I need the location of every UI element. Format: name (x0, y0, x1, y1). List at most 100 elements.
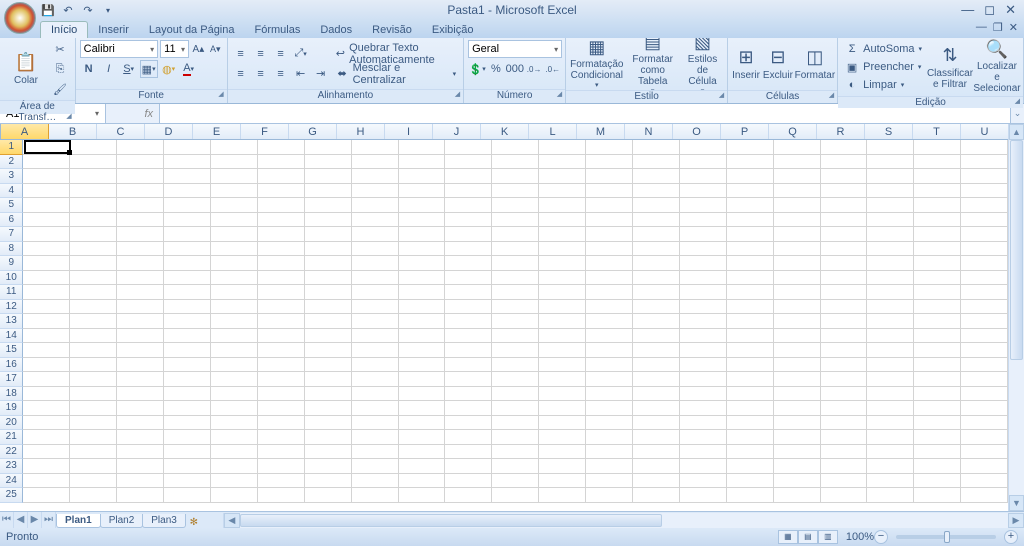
cell[interactable] (305, 488, 352, 503)
cell[interactable] (492, 401, 539, 416)
cell[interactable] (586, 169, 633, 184)
cell[interactable] (23, 198, 70, 213)
zoom-knob[interactable] (944, 531, 950, 543)
cell[interactable] (680, 140, 727, 155)
zoom-in-button[interactable]: + (1004, 530, 1018, 544)
row-header[interactable]: 1 (0, 140, 23, 155)
cell[interactable] (23, 358, 70, 373)
cell[interactable] (117, 285, 164, 300)
cell[interactable] (258, 140, 305, 155)
cell[interactable] (352, 140, 399, 155)
cell[interactable] (117, 459, 164, 474)
align-bottom-icon[interactable]: ≡ (272, 45, 290, 63)
font-name-combo[interactable]: Calibri▾ (80, 40, 159, 58)
cell[interactable] (867, 140, 914, 155)
column-header[interactable]: A (1, 124, 49, 139)
cell[interactable] (821, 155, 868, 170)
cell[interactable] (164, 271, 211, 286)
cell[interactable] (867, 300, 914, 315)
cell[interactable] (961, 358, 1008, 373)
cell[interactable] (961, 387, 1008, 402)
cell[interactable] (23, 155, 70, 170)
cell[interactable] (164, 140, 211, 155)
cell[interactable] (445, 401, 492, 416)
cell[interactable] (633, 401, 680, 416)
cell[interactable] (961, 242, 1008, 257)
cell[interactable] (727, 488, 774, 503)
cell[interactable] (633, 300, 680, 315)
column-header[interactable]: Q (769, 124, 817, 139)
cell[interactable] (445, 155, 492, 170)
cell[interactable] (305, 227, 352, 242)
cell[interactable] (164, 387, 211, 402)
cell[interactable] (774, 169, 821, 184)
cell[interactable] (774, 300, 821, 315)
cell[interactable] (399, 314, 446, 329)
cell[interactable] (70, 213, 117, 228)
cell[interactable] (539, 416, 586, 431)
cell[interactable] (914, 387, 961, 402)
cell[interactable] (492, 329, 539, 344)
cell[interactable] (586, 256, 633, 271)
row-header[interactable]: 17 (0, 372, 23, 387)
cell[interactable] (352, 329, 399, 344)
cell[interactable] (492, 343, 539, 358)
autosum-button[interactable]: ΣAutoSoma▾ (842, 40, 925, 58)
cell[interactable] (70, 242, 117, 257)
cell[interactable] (633, 227, 680, 242)
row-header[interactable]: 23 (0, 459, 23, 474)
cell[interactable] (633, 285, 680, 300)
cell[interactable] (961, 401, 1008, 416)
cell[interactable] (914, 343, 961, 358)
cell[interactable] (586, 271, 633, 286)
maximize-button[interactable]: ◻ (984, 2, 995, 18)
cell[interactable] (399, 198, 446, 213)
cell[interactable] (399, 416, 446, 431)
cell[interactable] (961, 213, 1008, 228)
fill-color-button[interactable]: ◍▾ (160, 60, 178, 78)
cell[interactable] (586, 474, 633, 489)
find-select-button[interactable]: 🔍Localizar e Selecionar (975, 43, 1019, 91)
cell[interactable] (164, 488, 211, 503)
cell[interactable] (258, 155, 305, 170)
cell[interactable] (539, 271, 586, 286)
cell[interactable] (445, 387, 492, 402)
cell[interactable] (305, 387, 352, 402)
cell[interactable] (821, 213, 868, 228)
cell[interactable] (164, 213, 211, 228)
select-all-button[interactable] (0, 124, 1, 139)
cell[interactable] (117, 343, 164, 358)
cell[interactable] (445, 430, 492, 445)
horizontal-scrollbar[interactable]: ◀ ▶ (223, 513, 1024, 528)
cell[interactable] (680, 358, 727, 373)
cell[interactable] (399, 445, 446, 460)
cell[interactable] (352, 445, 399, 460)
cell[interactable] (492, 445, 539, 460)
cell[interactable] (821, 459, 868, 474)
cell[interactable] (492, 169, 539, 184)
cell[interactable] (867, 358, 914, 373)
cell[interactable] (586, 285, 633, 300)
cell[interactable] (258, 401, 305, 416)
cell[interactable] (914, 242, 961, 257)
cell[interactable] (539, 285, 586, 300)
cell[interactable] (633, 445, 680, 460)
cell[interactable] (727, 256, 774, 271)
cell[interactable] (445, 184, 492, 199)
cell[interactable] (774, 474, 821, 489)
cell[interactable] (821, 140, 868, 155)
row-header[interactable]: 19 (0, 401, 23, 416)
cell[interactable] (821, 474, 868, 489)
cell[interactable] (914, 488, 961, 503)
delete-cells-button[interactable]: ⊟Excluir (763, 40, 793, 88)
cell[interactable] (727, 401, 774, 416)
cell[interactable] (23, 474, 70, 489)
cell[interactable] (539, 358, 586, 373)
format-painter-icon[interactable]: 🖌 (51, 80, 69, 98)
column-header[interactable]: L (529, 124, 577, 139)
column-header[interactable]: E (193, 124, 241, 139)
copy-icon[interactable]: ⎘ (51, 60, 69, 78)
column-header[interactable]: D (145, 124, 193, 139)
cell[interactable] (867, 430, 914, 445)
column-header[interactable]: F (241, 124, 289, 139)
